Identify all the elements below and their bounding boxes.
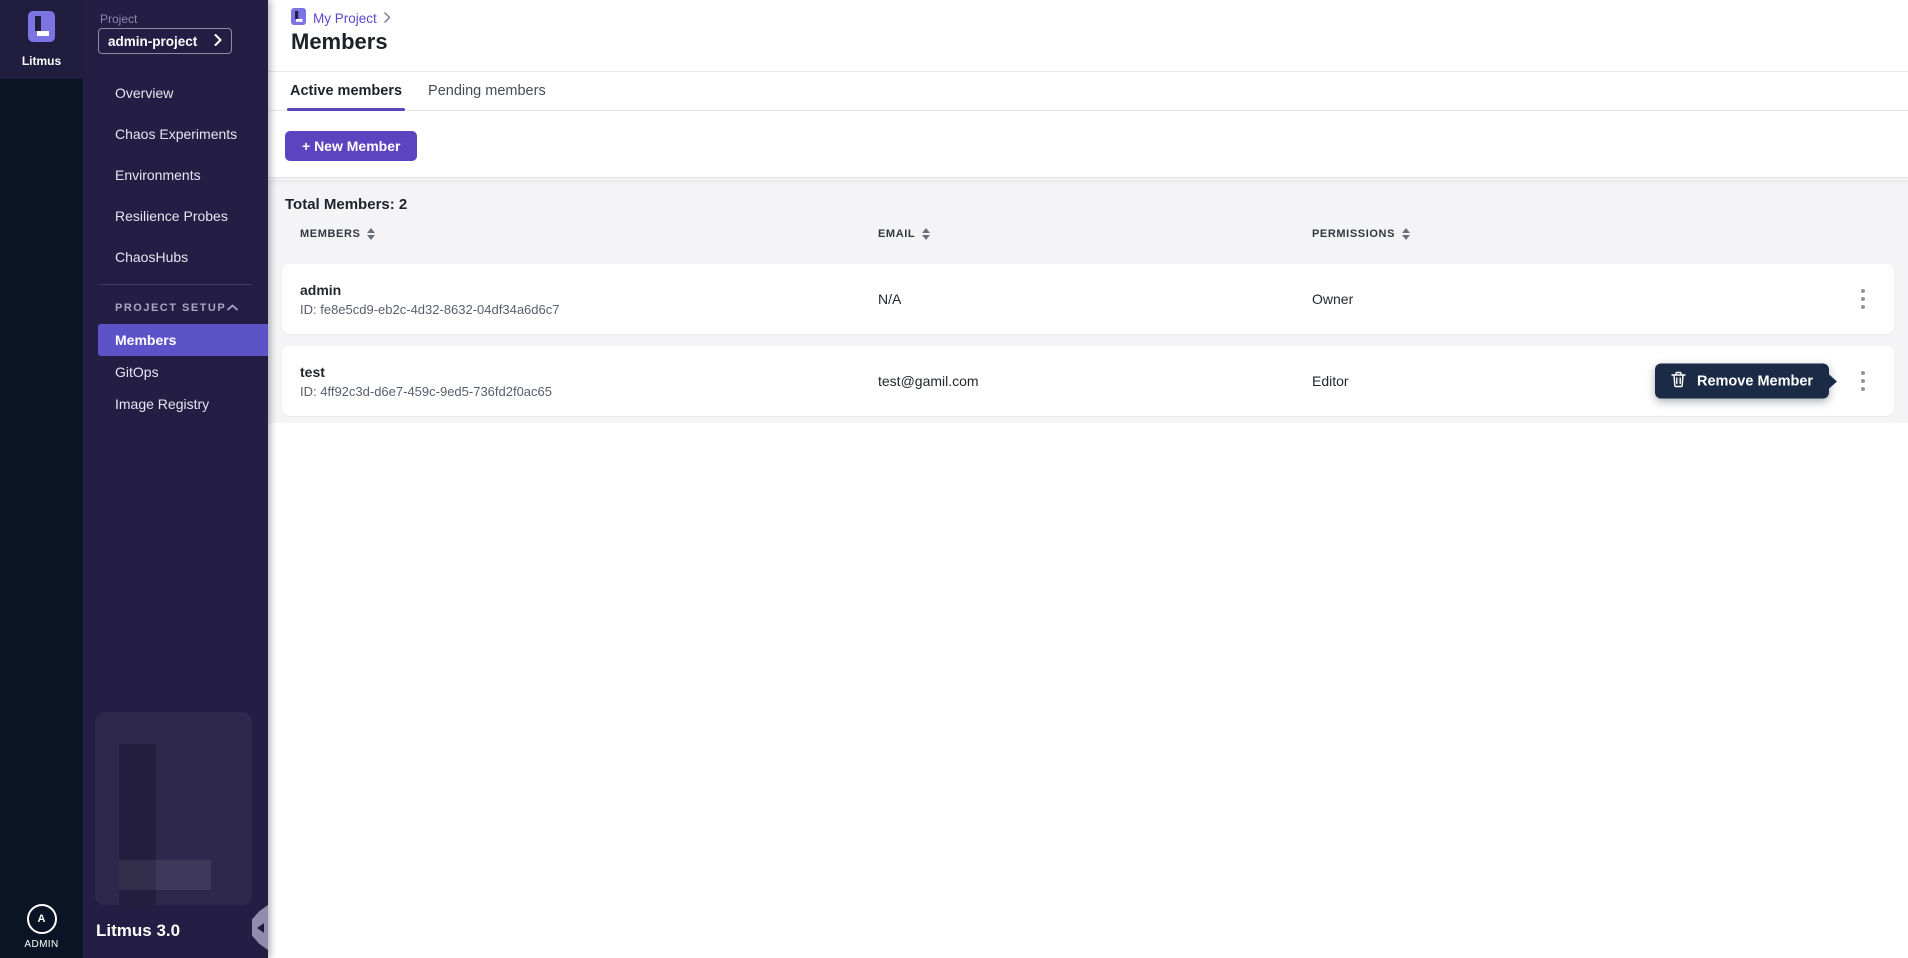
member-email: N/A bbox=[878, 264, 901, 334]
sidebar-item-environments[interactable]: Environments bbox=[83, 154, 268, 195]
member-email: test@gamil.com bbox=[878, 346, 979, 416]
sidebar-item-gitops[interactable]: GitOps bbox=[83, 356, 268, 388]
sidebar-item-label: Overview bbox=[115, 85, 173, 101]
members-toolbar: + New Member bbox=[268, 111, 1908, 178]
chevron-right-icon bbox=[384, 11, 391, 26]
members-tabs: Active members Pending members bbox=[268, 72, 1908, 111]
member-name: admin bbox=[300, 282, 341, 298]
user-name-label: ADMIN bbox=[0, 939, 83, 950]
app-version-label: Litmus 3.0 bbox=[96, 921, 180, 941]
column-header-permissions: PERMISSIONS bbox=[1312, 228, 1395, 240]
member-name: test bbox=[300, 364, 325, 380]
main-content: My Project Members Active members Pendin… bbox=[268, 0, 1908, 958]
table-column-headers: MEMBERS EMAIL PERMISSIONS bbox=[268, 228, 1908, 248]
project-sidebar: Project admin-project Overview Chaos Exp… bbox=[83, 0, 268, 958]
member-permission: Owner bbox=[1312, 264, 1353, 334]
column-header-email: EMAIL bbox=[878, 228, 915, 240]
sidebar-item-image-registry[interactable]: Image Registry bbox=[83, 388, 268, 420]
sidebar-item-resilience-probes[interactable]: Resilience Probes bbox=[83, 195, 268, 236]
sidebar-nav: Overview Chaos Experiments Environments … bbox=[83, 72, 268, 420]
project-selector[interactable]: admin-project bbox=[98, 28, 232, 54]
litmus-logo-icon bbox=[28, 11, 55, 47]
sidebar-watermark-illustration bbox=[95, 712, 252, 905]
tab-pending-members[interactable]: Pending members bbox=[425, 72, 549, 110]
page-title: Members bbox=[291, 29, 388, 55]
table-row: admin ID: fe8e5cd9-eb2c-4d32-8632-04df34… bbox=[282, 264, 1894, 334]
sidebar-item-label: Resilience Probes bbox=[115, 208, 228, 224]
avatar-initial: A bbox=[38, 913, 46, 925]
table-row: test ID: 4ff92c3d-d6e7-459c-9ed5-736fd2f… bbox=[282, 346, 1894, 416]
sidebar-item-label: ChaosHubs bbox=[115, 249, 188, 265]
chevron-up-icon bbox=[227, 302, 238, 314]
breadcrumb: My Project bbox=[291, 8, 391, 28]
new-member-button[interactable]: + New Member bbox=[285, 131, 417, 161]
collapse-left-arrow-icon bbox=[257, 923, 264, 933]
sidebar-item-label: GitOps bbox=[115, 364, 159, 380]
litmus-home-tile[interactable]: Litmus bbox=[0, 0, 83, 79]
sidebar-item-overview[interactable]: Overview bbox=[83, 72, 268, 113]
column-header-members: MEMBERS bbox=[300, 228, 360, 240]
sidebar-item-label: Image Registry bbox=[115, 396, 209, 412]
trash-icon bbox=[1671, 371, 1686, 391]
sidebar-item-label: Environments bbox=[115, 167, 201, 183]
member-id: ID: 4ff92c3d-d6e7-459c-9ed5-736fd2f0ac65 bbox=[300, 384, 552, 399]
project-setup-section-toggle[interactable]: PROJECT SETUP bbox=[83, 292, 268, 324]
sort-icon[interactable] bbox=[1402, 228, 1410, 240]
sidebar-item-members[interactable]: Members bbox=[98, 324, 268, 356]
project-label: Project bbox=[100, 12, 137, 26]
remove-member-label: Remove Member bbox=[1697, 373, 1813, 389]
members-table: Total Members: 2 MEMBERS EMAIL PERMISSIO… bbox=[268, 180, 1908, 423]
app-rail: Litmus A ADMIN bbox=[0, 0, 83, 958]
row-menu-kebab-icon[interactable] bbox=[1854, 264, 1872, 334]
member-permission: Editor bbox=[1312, 346, 1349, 416]
project-setup-label: PROJECT SETUP bbox=[115, 302, 226, 314]
tab-active-members[interactable]: Active members bbox=[287, 72, 405, 110]
page-header: My Project Members bbox=[268, 0, 1908, 72]
remove-member-menu-item[interactable]: Remove Member bbox=[1655, 364, 1829, 399]
sidebar-item-chaoshubs[interactable]: ChaosHubs bbox=[83, 236, 268, 277]
row-menu-kebab-icon[interactable] bbox=[1854, 346, 1872, 416]
sidebar-item-label: Members bbox=[115, 332, 176, 348]
member-id: ID: fe8e5cd9-eb2c-4d32-8632-04df34a6d6c7 bbox=[300, 302, 559, 317]
user-avatar[interactable]: A bbox=[27, 904, 57, 934]
chevron-right-icon bbox=[214, 34, 222, 49]
breadcrumb-project-link[interactable]: My Project bbox=[313, 11, 377, 26]
sort-icon[interactable] bbox=[922, 228, 930, 240]
sort-icon[interactable] bbox=[367, 228, 375, 240]
total-members-label: Total Members: 2 bbox=[285, 196, 407, 213]
collapse-sidebar-handle[interactable] bbox=[252, 905, 268, 950]
sidebar-item-label: Chaos Experiments bbox=[115, 126, 237, 142]
sidebar-divider bbox=[99, 284, 252, 285]
project-selector-value: admin-project bbox=[108, 34, 197, 49]
sidebar-item-chaos-experiments[interactable]: Chaos Experiments bbox=[83, 113, 268, 154]
litmus-logo-label: Litmus bbox=[22, 54, 61, 68]
project-icon bbox=[291, 8, 306, 28]
